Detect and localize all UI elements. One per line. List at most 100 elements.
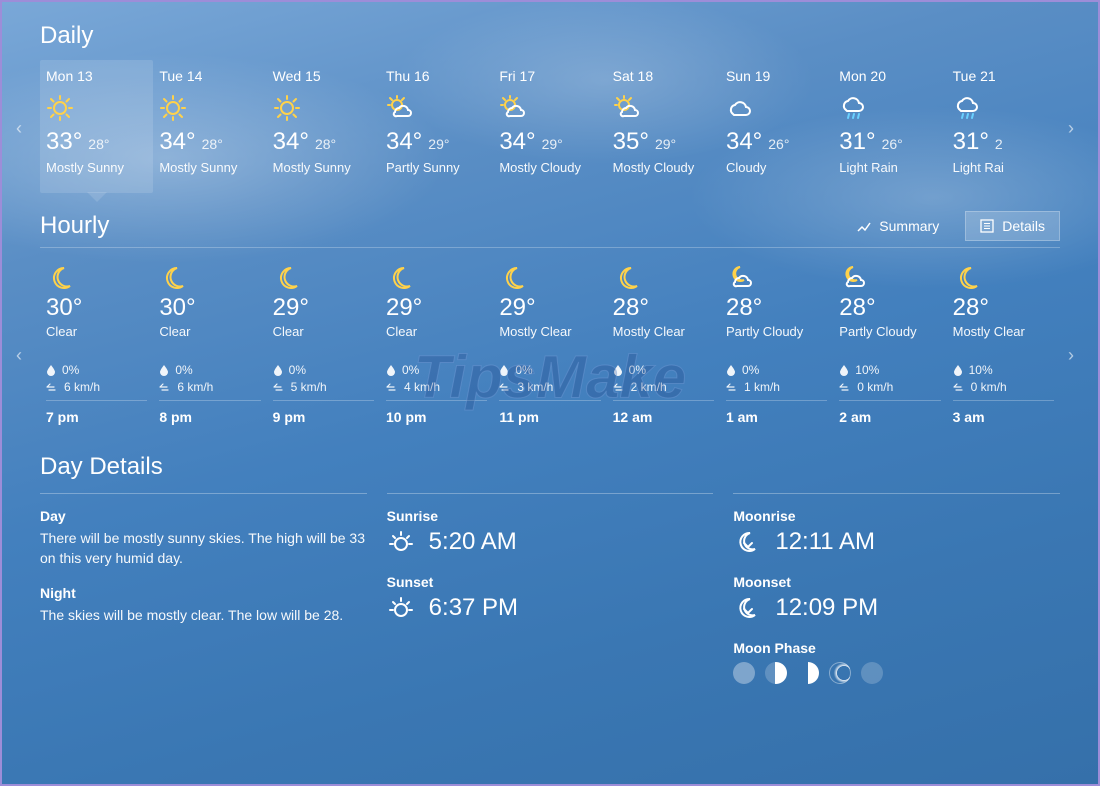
hourly-next-button[interactable]: › — [1068, 346, 1084, 362]
daily-item[interactable]: Tue 2131°2Light Rai — [947, 60, 1060, 193]
daily-day-label: Mon 20 — [839, 68, 940, 84]
weather-icon — [726, 90, 827, 126]
hourly-time: 7 pm — [46, 409, 147, 425]
divider — [40, 247, 1060, 248]
precip-value: 0% — [62, 363, 79, 377]
condition-text: Mostly Sunny — [46, 160, 147, 175]
chart-icon — [857, 220, 871, 232]
forecast-text-column: Day There will be mostly sunny skies. Th… — [40, 493, 367, 684]
moon-phase-icon — [829, 662, 851, 684]
moon-times-column: Moonrise 12:11 AM Moonset 12:09 PM Moon … — [733, 493, 1060, 684]
low-temp: 26° — [768, 136, 789, 152]
daily-prev-button[interactable]: ‹ — [16, 119, 32, 135]
daily-next-button[interactable]: › — [1068, 119, 1084, 135]
hourly-item[interactable]: 29°Mostly Clear0%3 km/h11 pm — [493, 258, 606, 433]
weather-icon — [613, 262, 714, 292]
moon-phase-icon — [861, 662, 883, 684]
hourly-temp: 28° — [726, 294, 827, 322]
daily-item[interactable]: Mon 1333°28°Mostly Sunny — [40, 60, 153, 193]
wind-icon — [953, 382, 965, 392]
sunrise-icon — [387, 528, 415, 556]
wind-value: 4 km/h — [404, 380, 440, 394]
condition-text: Mostly Clear — [499, 324, 600, 339]
divider — [499, 400, 600, 401]
hourly-item[interactable]: 30°Clear0%6 km/h8 pm — [153, 258, 266, 433]
condition-text: Mostly Clear — [953, 324, 1054, 339]
precip-value: 0% — [515, 363, 532, 377]
low-temp: 29° — [428, 136, 449, 152]
weather-icon — [953, 90, 1054, 126]
condition-text: Partly Sunny — [386, 160, 487, 175]
divider — [387, 493, 714, 494]
weather-icon — [953, 262, 1054, 292]
hourly-time: 3 am — [953, 409, 1054, 425]
hourly-item[interactable]: 29°Clear0%5 km/h9 pm — [267, 258, 380, 433]
precip-icon — [726, 364, 736, 376]
hourly-item[interactable]: 30°Clear0%6 km/h7 pm — [40, 258, 153, 433]
sunset-time: 6:37 PM — [429, 594, 518, 622]
divider — [273, 400, 374, 401]
hourly-temp: 30° — [159, 294, 260, 322]
daily-day-label: Tue 14 — [159, 68, 260, 84]
precip-icon — [159, 364, 169, 376]
high-temp: 34° — [726, 128, 762, 155]
daily-item[interactable]: Fri 1734°29°Mostly Cloudy — [493, 60, 606, 193]
precip-value: 10% — [969, 363, 993, 377]
condition-text: Partly Cloudy — [726, 324, 827, 339]
divider — [613, 400, 714, 401]
low-temp: 28° — [88, 136, 109, 152]
wind-value: 0 km/h — [971, 380, 1007, 394]
condition-text: Mostly Clear — [613, 324, 714, 339]
daily-day-label: Thu 16 — [386, 68, 487, 84]
daily-item[interactable]: Tue 1434°28°Mostly Sunny — [153, 60, 266, 193]
wind-icon — [613, 382, 625, 392]
daily-item[interactable]: Thu 1634°29°Partly Sunny — [380, 60, 493, 193]
condition-text: Mostly Cloudy — [499, 160, 600, 175]
precip-icon — [499, 364, 509, 376]
daily-item[interactable]: Sun 1934°26°Cloudy — [720, 60, 833, 193]
daily-item[interactable]: Wed 1534°28°Mostly Sunny — [267, 60, 380, 193]
condition-text: Clear — [386, 324, 487, 339]
details-toggle-button[interactable]: Details — [965, 211, 1060, 241]
condition-text: Partly Cloudy — [839, 324, 940, 339]
divider — [726, 400, 827, 401]
wind-icon — [386, 382, 398, 392]
hourly-item[interactable]: 28°Partly Cloudy10%0 km/h2 am — [833, 258, 946, 433]
weather-icon — [159, 262, 260, 292]
details-label: Details — [1002, 218, 1045, 234]
daily-item[interactable]: Sat 1835°29°Mostly Cloudy — [607, 60, 720, 193]
moon-phase-icon — [797, 662, 819, 684]
high-temp: 33° — [46, 128, 82, 155]
hourly-view-toggle: Summary Details — [843, 211, 1060, 241]
wind-icon — [46, 382, 58, 392]
precip-icon — [613, 364, 623, 376]
hourly-temp: 30° — [46, 294, 147, 322]
precip-value: 0% — [629, 363, 646, 377]
precip-value: 0% — [175, 363, 192, 377]
low-temp: 26° — [882, 136, 903, 152]
weather-icon — [159, 90, 260, 126]
divider — [159, 400, 260, 401]
precip-icon — [953, 364, 963, 376]
hourly-item[interactable]: 29°Clear0%4 km/h10 pm — [380, 258, 493, 433]
daily-day-label: Tue 21 — [953, 68, 1054, 84]
summary-toggle-button[interactable]: Summary — [843, 212, 953, 240]
precip-icon — [46, 364, 56, 376]
hourly-prev-button[interactable]: ‹ — [16, 346, 32, 362]
precip-value: 0% — [742, 363, 759, 377]
moon-phase-icon — [765, 662, 787, 684]
daily-title: Daily — [40, 22, 1060, 50]
weather-icon — [839, 90, 940, 126]
hourly-time: 8 pm — [159, 409, 260, 425]
wind-icon — [839, 382, 851, 392]
low-temp: 29° — [655, 136, 676, 152]
divider — [46, 400, 147, 401]
daily-day-label: Sat 18 — [613, 68, 714, 84]
hourly-time: 12 am — [613, 409, 714, 425]
hourly-item[interactable]: 28°Mostly Clear0%2 km/h12 am — [607, 258, 720, 433]
condition-text: Clear — [46, 324, 147, 339]
high-temp: 34° — [159, 128, 195, 155]
hourly-item[interactable]: 28°Mostly Clear10%0 km/h3 am — [947, 258, 1060, 433]
daily-item[interactable]: Mon 2031°26°Light Rain — [833, 60, 946, 193]
hourly-item[interactable]: 28°Partly Cloudy0%1 km/h1 am — [720, 258, 833, 433]
